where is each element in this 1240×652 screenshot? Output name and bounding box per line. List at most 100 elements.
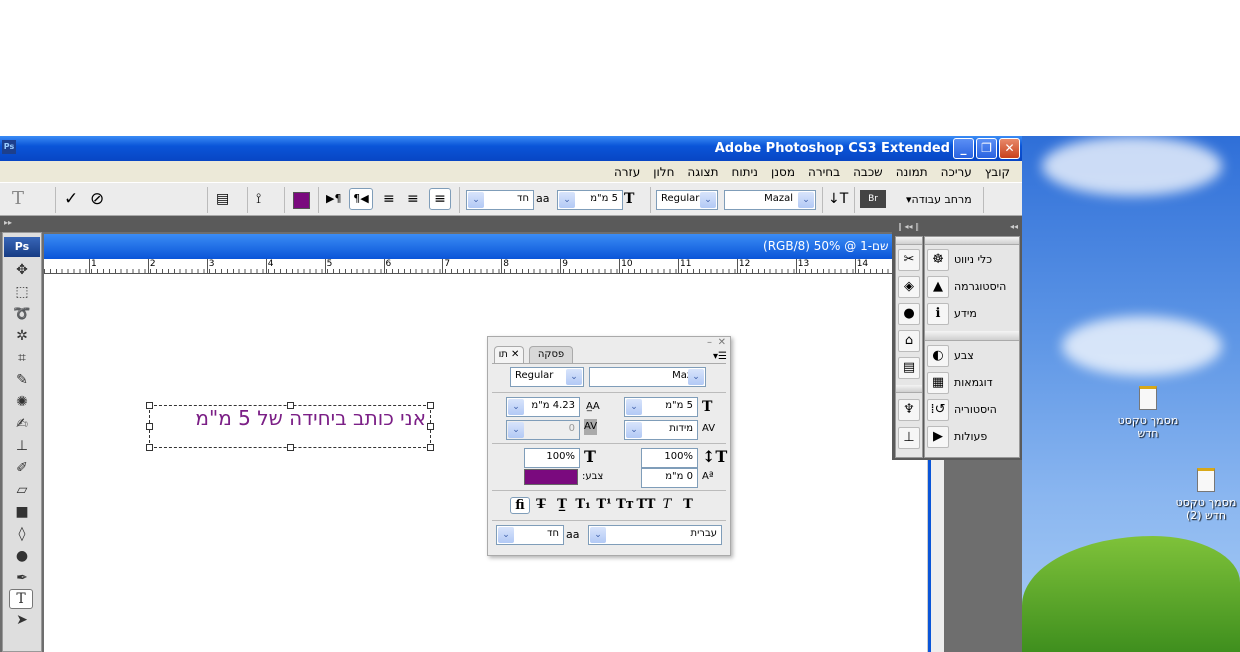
minimize-button[interactable]: _: [953, 138, 974, 159]
menu-select[interactable]: בחירה: [808, 165, 840, 179]
antialias-select[interactable]: חד ⌄: [496, 525, 564, 545]
panel-navigator[interactable]: ☸ כלי ניווט: [927, 249, 1019, 273]
style-button-0[interactable]: fi: [510, 497, 530, 514]
tool-presets-icon[interactable]: ✂: [898, 249, 920, 271]
text-orientation-icon[interactable]: ↓T: [828, 189, 848, 209]
menu-window[interactable]: חלון: [653, 165, 674, 179]
menu-edit[interactable]: עריכה: [941, 165, 972, 179]
style-select[interactable]: Regular ⌄: [510, 367, 584, 387]
resize-handle[interactable]: [427, 423, 434, 430]
toggle-panels-icon[interactable]: ▤: [216, 189, 229, 209]
menu-file[interactable]: קובץ: [985, 165, 1010, 179]
clone-source-icon[interactable]: ⊥: [898, 427, 920, 449]
antialias-select[interactable]: חד ⌄: [466, 190, 534, 210]
align-left-icon[interactable]: ≡: [383, 189, 395, 209]
font-select[interactable]: Mazal ⌄: [589, 367, 706, 387]
font-style-select[interactable]: Regular ⌄: [656, 190, 718, 210]
style-button-5[interactable]: Tт: [615, 497, 635, 512]
canvas[interactable]: אני כותב ביחידה של 5 מ"מ: [44, 274, 928, 652]
tracking-select[interactable]: 0 ⌄: [506, 420, 580, 440]
collapse-icon[interactable]: ‖ ◂◂ ‖: [898, 222, 919, 231]
font-family-select[interactable]: Mazal ⌄: [724, 190, 816, 210]
menu-image[interactable]: תמונה: [896, 165, 928, 179]
color-swatch[interactable]: [524, 469, 578, 485]
commit-icon[interactable]: ✓: [64, 189, 78, 209]
baseline-shift-field[interactable]: 0 מ"מ: [641, 468, 698, 488]
panel-menu-icon[interactable]: ▾☰: [713, 351, 727, 362]
close-panel-icon[interactable]: ✕: [718, 337, 726, 348]
workspace-menu[interactable]: מרחב עבודה▾: [906, 193, 972, 206]
marquee-tool-icon[interactable]: ⬚: [3, 281, 41, 303]
resize-handle[interactable]: [146, 444, 153, 451]
style-button-8[interactable]: T: [678, 497, 698, 512]
text-bounding-box[interactable]: אני כותב ביחידה של 5 מ"מ: [146, 402, 434, 451]
language-select[interactable]: עברית ⌄: [588, 525, 722, 545]
typed-text[interactable]: אני כותב ביחידה של 5 מ"מ: [195, 406, 426, 430]
resize-handle[interactable]: [427, 444, 434, 451]
close-button[interactable]: ✕: [999, 138, 1020, 159]
menu-help[interactable]: עזרה: [614, 165, 640, 179]
type-tool-preset[interactable]: T: [12, 189, 24, 209]
restore-button[interactable]: ❐: [976, 138, 997, 159]
expand-toolbox-icon[interactable]: ▸▸: [4, 218, 12, 227]
paths-icon[interactable]: ⌂: [898, 330, 920, 352]
resize-handle[interactable]: [287, 444, 294, 451]
size-select[interactable]: 5 מ"מ ⌄: [624, 397, 698, 417]
panel-swatches[interactable]: ▦ דוגמאות: [927, 372, 1019, 396]
dodge-tool-icon[interactable]: ●: [3, 545, 41, 567]
panel-info[interactable]: ℹ מידע: [927, 303, 1019, 327]
slice-tool-icon[interactable]: ✎: [3, 369, 41, 391]
lasso-tool-icon[interactable]: ➰: [3, 303, 41, 325]
rtl-direction-icon[interactable]: ¶◀: [349, 188, 373, 210]
magic-wand-tool-icon[interactable]: ✲: [3, 325, 41, 347]
collapse-dock-icon[interactable]: ◂◂: [1010, 222, 1018, 231]
crop-tool-icon[interactable]: ⌗: [3, 347, 41, 369]
menu-layer[interactable]: שכבה: [853, 165, 883, 179]
style-button-3[interactable]: T₁: [573, 497, 593, 512]
move-tool-icon[interactable]: ✥: [3, 259, 41, 281]
layers-icon[interactable]: ◈: [898, 276, 920, 298]
vertical-scale-field[interactable]: 100%: [641, 448, 698, 468]
panel-history[interactable]: ⁞↺ היסטוריה: [927, 399, 1019, 423]
menu-view[interactable]: תצוגה: [687, 165, 718, 179]
style-button-1[interactable]: T̶: [531, 497, 551, 512]
menu-analysis[interactable]: ניתוח: [731, 165, 757, 179]
horizontal-scale-field[interactable]: 100%: [524, 448, 580, 468]
minimize-panel-icon[interactable]: –: [707, 337, 712, 348]
brushes-icon[interactable]: ♆: [898, 399, 920, 421]
healing-tool-icon[interactable]: ✺: [3, 391, 41, 413]
brush-tool-icon[interactable]: ✍: [3, 413, 41, 435]
notes-icon[interactable]: ▤: [898, 357, 920, 379]
style-button-6[interactable]: TT: [636, 497, 656, 512]
kerning-select[interactable]: מידות ⌄: [624, 420, 698, 440]
desktop-icon-text-file[interactable]: מסמך טקסט חדש: [1114, 386, 1182, 440]
resize-handle[interactable]: [146, 402, 153, 409]
style-button-4[interactable]: T¹: [594, 497, 614, 512]
resize-handle[interactable]: [146, 423, 153, 430]
warp-text-icon[interactable]: ⟟: [256, 189, 261, 209]
cancel-icon[interactable]: ⊘: [90, 189, 104, 209]
panel-actions[interactable]: ▶ פעולות: [927, 426, 1019, 450]
eraser-tool-icon[interactable]: ▱: [3, 479, 41, 501]
pen-tool-icon[interactable]: ✒: [3, 567, 41, 589]
gradient-tool-icon[interactable]: ■: [3, 501, 41, 523]
style-button-7[interactable]: T: [657, 497, 677, 512]
bridge-icon[interactable]: Br: [860, 190, 886, 208]
type-tool-icon[interactable]: T: [9, 589, 33, 609]
text-color-swatch[interactable]: [293, 192, 310, 209]
stamp-tool-icon[interactable]: ⊥: [3, 435, 41, 457]
style-button-2[interactable]: T̲: [552, 497, 572, 512]
menu-filter[interactable]: מסנן: [771, 165, 795, 179]
desktop-icon-text-file-2[interactable]: מסמך טקסט חדש (2): [1172, 468, 1240, 522]
resize-handle[interactable]: [427, 402, 434, 409]
panel-color[interactable]: ◐ צבע: [927, 345, 1019, 369]
channels-icon[interactable]: ●: [898, 303, 920, 325]
tab-character[interactable]: תו ✕: [494, 346, 524, 363]
blur-tool-icon[interactable]: ◊: [3, 523, 41, 545]
history-brush-tool-icon[interactable]: ✐: [3, 457, 41, 479]
font-size-select[interactable]: 5 מ"מ ⌄: [557, 190, 623, 210]
align-center-icon[interactable]: ≡: [407, 189, 419, 209]
tab-paragraph[interactable]: פסקה: [529, 346, 573, 363]
align-right-icon[interactable]: ≡: [429, 188, 451, 210]
leading-select[interactable]: 4.23 מ"מ ⌄: [506, 397, 580, 417]
